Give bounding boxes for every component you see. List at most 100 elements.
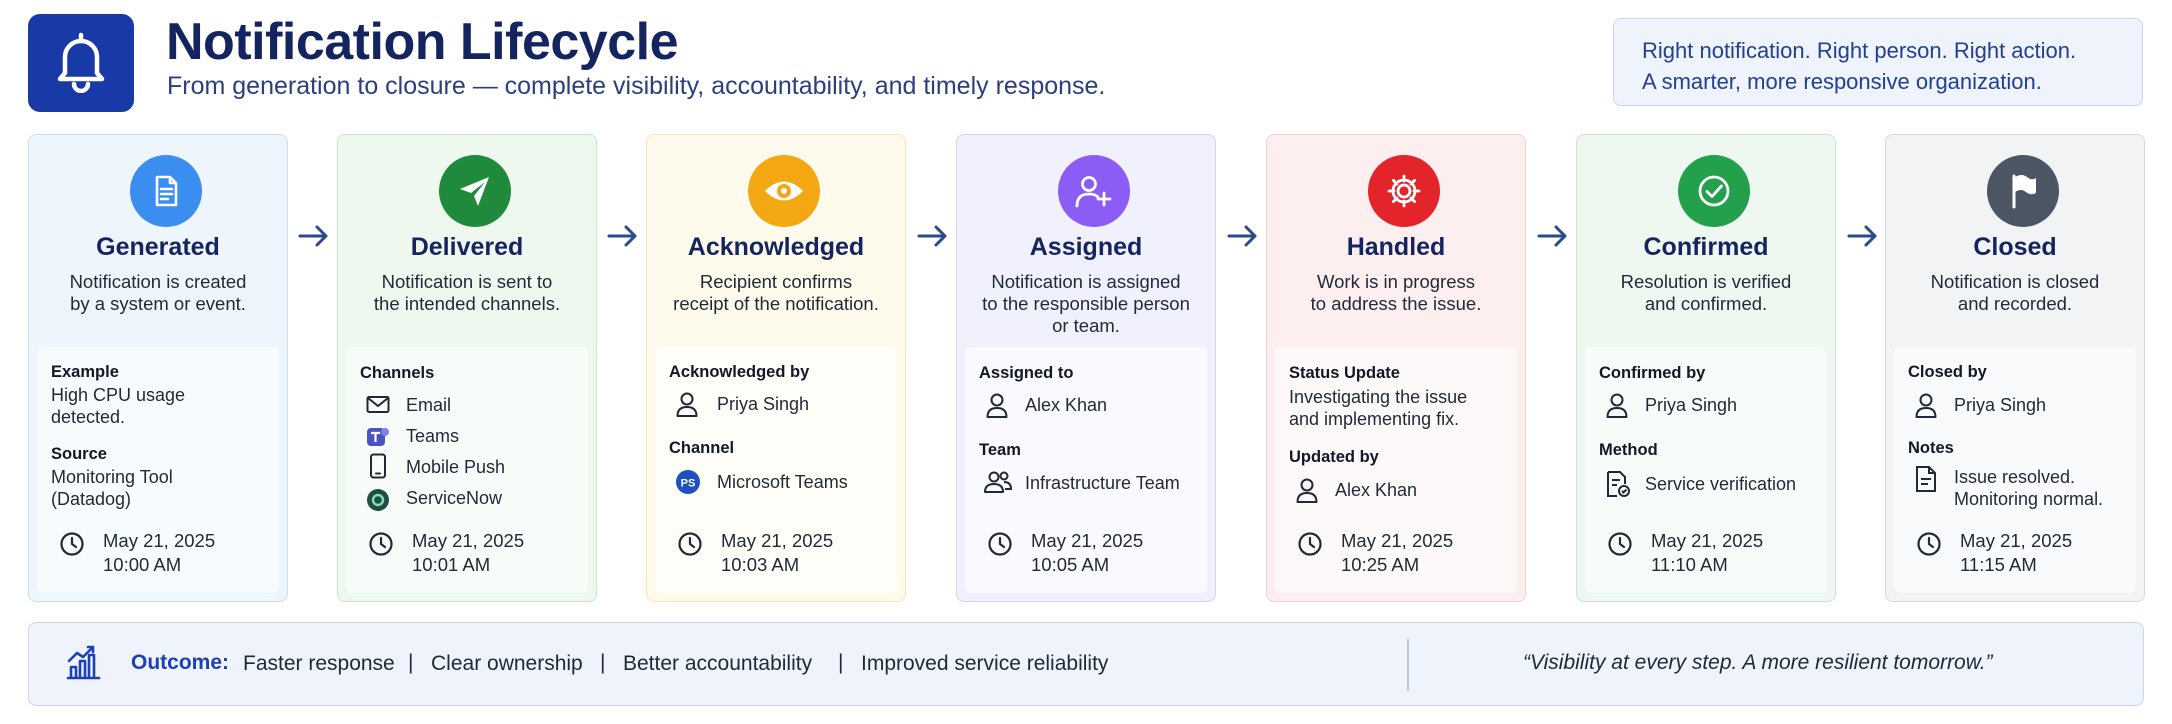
tagline-line-1: Right notification. Right person. Right … [1642,38,2077,63]
field-value-updated-by: Alex Khan [1335,480,1418,500]
arrow-right-icon [1227,223,1259,254]
field-value-method: Service verification [1645,474,1797,494]
clock-icon [1916,531,1942,562]
arrow-right-icon [1847,223,1879,254]
timestamp-time: 11:15 AM [1960,554,2037,575]
timestamp: May 21, 2025 11:15 AM [1960,529,2072,577]
stage-card-confirmed: Confirmed Resolution is verified and con… [1576,134,1836,602]
person-icon [985,392,1009,423]
stage-title: Acknowledged [687,233,865,261]
arrow-right-icon [1537,223,1569,254]
field-value-team: Infrastructure Team [1025,473,1180,493]
teams-badge-text: PS [681,478,696,490]
field-value-closed-by: Priya Singh [1954,395,2047,415]
field-value-acknowledged-by: Priya Singh [717,394,810,414]
eye-icon [748,155,820,227]
field-label-updated-by: Updated by [1289,448,1379,466]
timestamp-date: May 21, 2025 [1341,530,1454,551]
separator: | [838,651,844,674]
field-label-example: Example [51,363,119,381]
stage-card-delivered: Delivered Notification is sent to the in… [337,134,597,602]
stage-description: Notification is assigned to the responsi… [982,271,1190,336]
separator: | [600,651,606,674]
person-icon [1605,392,1629,423]
clock-icon [59,531,85,562]
timestamp: May 21, 2025 10:01 AM [412,529,524,577]
channel-email: Email [406,395,452,415]
clock-icon [677,531,703,562]
logo-badge [28,14,134,112]
channel-teams: Teams [406,426,460,446]
teams-badge-icon: PS [675,469,701,500]
clock-icon [1607,531,1633,562]
stage-card-handled: Handled Work is in progress to address t… [1266,134,1526,602]
outcome-footer: Outcome: Faster response | Clear ownersh… [28,622,2144,706]
field-value-assigned-to: Alex Khan [1025,395,1108,415]
field-value-example: High CPU usage detected. [51,385,186,427]
stage-title: Generated [96,233,220,261]
field-label-assigned-to: Assigned to [979,364,1074,382]
field-label-confirmed-by: Confirmed by [1599,364,1706,382]
timestamp-time: 10:05 AM [1031,554,1110,575]
stage-title: Closed [1973,233,2057,261]
field-label-notes: Notes [1908,439,1954,457]
outcome-item: Clear ownership [431,652,583,675]
stage-description: Notification is closed and recorded. [1930,271,2100,314]
person-icon [1295,477,1319,508]
stage-title: Confirmed [1643,233,1769,261]
person-icon [1914,392,1938,423]
timestamp-date: May 21, 2025 [1960,530,2073,551]
timestamp: May 21, 2025 10:03 AM [721,529,833,577]
timestamp-date: May 21, 2025 [412,530,525,551]
stage-title: Assigned [1029,233,1143,261]
footer-divider [1407,639,1409,691]
stage-title: Delivered [410,233,524,261]
email-icon [366,395,390,420]
outcome-label: Outcome: [131,651,230,674]
stage-description: Recipient confirms receipt of the notifi… [673,271,879,314]
paper-plane-icon [439,155,511,227]
arrow-right-icon [607,223,639,254]
gear-icon [1368,155,1440,227]
assign-user-icon [1058,155,1130,227]
bar-chart-icon [63,643,103,688]
timestamp-date: May 21, 2025 [1031,530,1144,551]
page-subtitle: From generation to closure — complete vi… [167,72,1106,100]
timestamp: May 21, 2025 10:05 AM [1031,529,1143,577]
field-label-status-update: Status Update [1289,364,1400,382]
check-circle-icon [1678,155,1750,227]
channel-mobile-push: Mobile Push [406,457,506,477]
arrow-right-icon [298,223,330,254]
field-label-team: Team [979,441,1021,459]
stage-card-closed: Closed Notification is closed and record… [1885,134,2145,602]
separator: | [408,651,414,674]
timestamp-time: 10:01 AM [412,554,491,575]
stage-description: Work is in progress to address the issue… [1310,271,1482,314]
teams-icon [366,425,390,454]
outcome-item: Improved service reliability [861,652,1109,675]
footer-quote: “Visibility at every step. A more resili… [1523,651,1993,674]
timestamp-time: 10:00 AM [103,554,182,575]
field-value-channel: Microsoft Teams [717,472,848,492]
timestamp: May 21, 2025 10:00 AM [103,529,215,577]
clock-icon [368,531,394,562]
field-value-notes: Issue resolved. Monitoring normal. [1954,467,2104,509]
person-icon [675,391,699,422]
timestamp-time: 11:10 AM [1651,554,1728,575]
timestamp-date: May 21, 2025 [1651,530,1764,551]
document-icon [130,155,202,227]
bell-icon [51,29,111,98]
team-icon [983,470,1013,499]
mobile-icon [369,453,387,484]
arrow-right-icon [917,223,949,254]
field-value-confirmed-by: Priya Singh [1645,395,1738,415]
timestamp-time: 10:25 AM [1341,554,1420,575]
channels-label: Channels [360,364,435,382]
clock-icon [1297,531,1323,562]
note-icon [1914,465,1938,498]
timestamp-time: 10:03 AM [721,554,800,575]
doc-check-icon [1605,470,1631,503]
stage-description: Notification is sent to the intended cha… [373,271,561,314]
page-title: Notification Lifecycle [166,13,679,71]
stage-card-acknowledged: Acknowledged Recipient confirms receipt … [646,134,906,602]
